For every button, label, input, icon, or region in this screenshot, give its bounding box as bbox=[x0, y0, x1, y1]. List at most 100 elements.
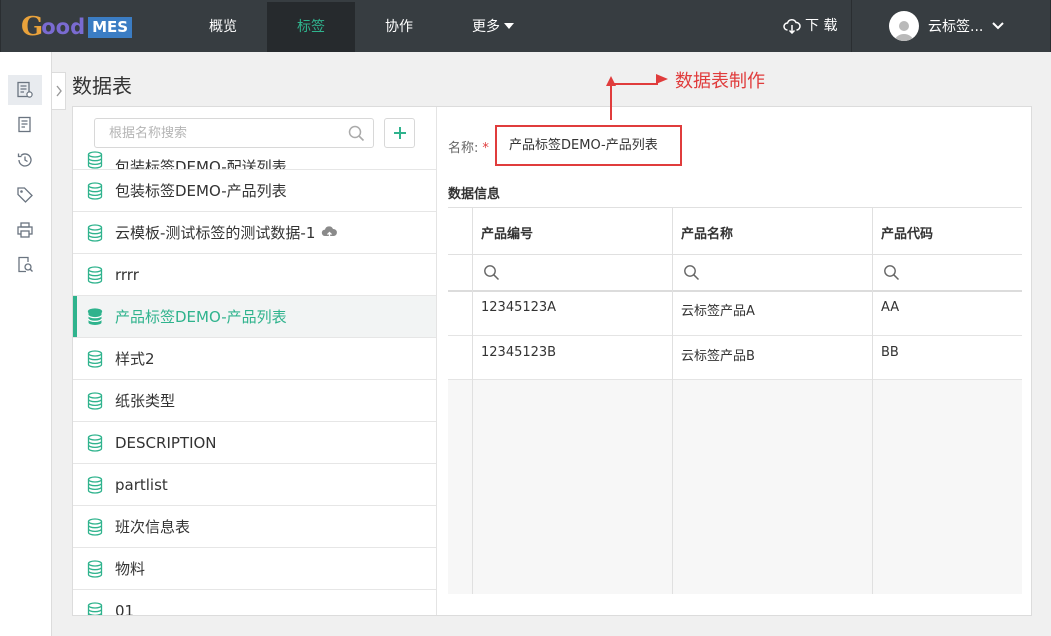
nav-labels[interactable]: 标签 bbox=[267, 2, 355, 52]
list-item[interactable]: 包装标签DEMO-配送列表 bbox=[73, 149, 436, 170]
nav-overview-label: 概览 bbox=[209, 19, 237, 35]
table-cell: 12345123A bbox=[481, 300, 557, 315]
filter-search-icon[interactable] bbox=[483, 264, 500, 281]
database-icon bbox=[87, 181, 103, 200]
column-header-product-code[interactable]: 产品代码 bbox=[881, 223, 933, 242]
table-row[interactable]: 12345123B 云标签产品B BB bbox=[448, 336, 1022, 380]
cloud-download-icon bbox=[783, 18, 801, 34]
document-search-icon bbox=[18, 256, 33, 273]
column-divider bbox=[472, 208, 473, 594]
database-icon bbox=[87, 517, 103, 536]
chevron-right-icon bbox=[55, 85, 62, 97]
topbar-divider bbox=[851, 0, 852, 52]
database-icon bbox=[87, 602, 103, 615]
icon-sidebar bbox=[0, 52, 52, 636]
history-icon bbox=[17, 153, 32, 167]
grid-empty-area bbox=[448, 380, 1022, 594]
nav-labels-label: 标签 bbox=[297, 19, 325, 35]
printer-icon bbox=[17, 222, 33, 238]
data-grid: 产品编号 产品名称 产品代码 12345123A 云标签产品A AA 12345… bbox=[448, 207, 1022, 594]
sidebar-item-documents[interactable] bbox=[8, 110, 42, 140]
sidebar-collapse-toggle[interactable] bbox=[52, 72, 66, 110]
page-title: 数据表 bbox=[72, 74, 132, 98]
list-item[interactable]: 01 bbox=[73, 590, 436, 615]
grid-header-row: 产品编号 产品名称 产品代码 bbox=[448, 208, 1022, 255]
list-item-label: partlist bbox=[115, 475, 168, 494]
nav-collaboration-label: 协作 bbox=[385, 19, 413, 35]
annotation-arrow bbox=[606, 74, 668, 120]
sidebar-item-tags[interactable] bbox=[8, 180, 42, 210]
sidebar-item-history[interactable] bbox=[8, 145, 42, 175]
column-header-product-name[interactable]: 产品名称 bbox=[681, 223, 733, 242]
nav-more[interactable]: 更多 bbox=[443, 2, 543, 52]
top-navigation-bar: G ood MES 概览 标签 协作 更多 下 载 云标签... bbox=[0, 0, 1051, 52]
datatable-settings-icon bbox=[17, 81, 33, 98]
sidebar-item-search-docs[interactable] bbox=[8, 250, 42, 280]
datatable-list: 包装标签DEMO-配送列表 包装标签DEMO-产品列表 云模板-测试标签的测试数… bbox=[73, 149, 436, 615]
search-input[interactable] bbox=[95, 119, 335, 147]
list-item-label: 班次信息表 bbox=[115, 518, 191, 536]
list-item-label: 产品标签DEMO-产品列表 bbox=[115, 308, 287, 326]
plus-icon bbox=[393, 127, 406, 139]
table-cell: 云标签产品B bbox=[681, 349, 755, 364]
table-cell: AA bbox=[881, 300, 900, 315]
list-item[interactable]: partlist bbox=[73, 464, 436, 506]
main-panel: 包装标签DEMO-配送列表 包装标签DEMO-产品列表 云模板-测试标签的测试数… bbox=[72, 106, 1032, 616]
table-cell: BB bbox=[881, 345, 899, 360]
download-label: 下 载 bbox=[805, 18, 838, 34]
datatable-detail-pane: 名称: * 产品标签DEMO-产品列表 数据信息 产品编号 产品名称 产品代码 1… bbox=[438, 107, 1032, 615]
database-icon bbox=[87, 151, 103, 169]
logo-g: G bbox=[21, 12, 44, 42]
list-item[interactable]: 班次信息表 bbox=[73, 506, 436, 548]
grid-filter-row bbox=[448, 255, 1022, 292]
chevron-down-icon bbox=[992, 22, 1005, 30]
tag-icon bbox=[17, 187, 33, 203]
database-icon bbox=[87, 349, 103, 368]
list-item-label: DESCRIPTION bbox=[115, 433, 217, 452]
list-item[interactable]: 物料 bbox=[73, 548, 436, 590]
database-icon bbox=[87, 559, 103, 578]
list-item[interactable]: 云模板-测试标签的测试数据-1 bbox=[73, 212, 436, 254]
cloud-upload-icon bbox=[322, 226, 338, 239]
logo-mes: MES bbox=[88, 16, 133, 38]
nav-collaboration[interactable]: 协作 bbox=[355, 2, 443, 52]
nav-overview[interactable]: 概览 bbox=[179, 2, 267, 52]
column-header-product-number[interactable]: 产品编号 bbox=[481, 223, 533, 242]
required-mark: * bbox=[482, 141, 489, 156]
logo-ood: ood bbox=[41, 15, 86, 39]
database-icon bbox=[87, 433, 103, 452]
search-icon[interactable] bbox=[348, 125, 365, 142]
list-item-selected[interactable]: 产品标签DEMO-产品列表 bbox=[73, 296, 436, 338]
data-info-title: 数据信息 bbox=[448, 187, 501, 202]
database-icon bbox=[87, 223, 103, 242]
user-menu[interactable]: 云标签... bbox=[889, 11, 1005, 41]
avatar bbox=[889, 11, 919, 41]
add-datatable-button[interactable] bbox=[384, 118, 415, 148]
goodmes-logo[interactable]: G ood MES bbox=[21, 12, 133, 42]
list-item[interactable]: 样式2 bbox=[73, 338, 436, 380]
sidebar-item-datatables[interactable] bbox=[8, 75, 42, 105]
database-icon bbox=[87, 475, 103, 494]
list-item-label: rrrr bbox=[115, 265, 139, 284]
column-divider bbox=[672, 208, 673, 594]
annotation-text: 数据表制作 bbox=[675, 71, 765, 92]
table-cell: 云标签产品A bbox=[681, 304, 755, 319]
nav-more-label: 更多 bbox=[472, 19, 500, 35]
user-icon bbox=[894, 21, 914, 41]
list-item[interactable]: 纸张类型 bbox=[73, 380, 436, 422]
table-row[interactable]: 12345123A 云标签产品A AA bbox=[448, 292, 1022, 336]
name-field-label: 名称: * bbox=[448, 137, 489, 156]
search-box bbox=[94, 118, 374, 148]
list-item[interactable]: DESCRIPTION bbox=[73, 422, 436, 464]
list-item-label: 包装标签DEMO-产品列表 bbox=[115, 182, 287, 200]
list-item[interactable]: rrrr bbox=[73, 254, 436, 296]
filter-search-icon[interactable] bbox=[883, 264, 900, 281]
filter-search-icon[interactable] bbox=[683, 264, 700, 281]
sidebar-item-print[interactable] bbox=[8, 215, 42, 245]
table-cell: 12345123B bbox=[481, 345, 557, 360]
download-button[interactable]: 下 载 bbox=[783, 0, 837, 52]
name-field[interactable]: 产品标签DEMO-产品列表 bbox=[495, 125, 682, 166]
list-item[interactable]: 包装标签DEMO-产品列表 bbox=[73, 170, 436, 212]
list-item-label: 样式2 bbox=[115, 350, 155, 368]
name-label-text: 名称: bbox=[448, 141, 479, 156]
